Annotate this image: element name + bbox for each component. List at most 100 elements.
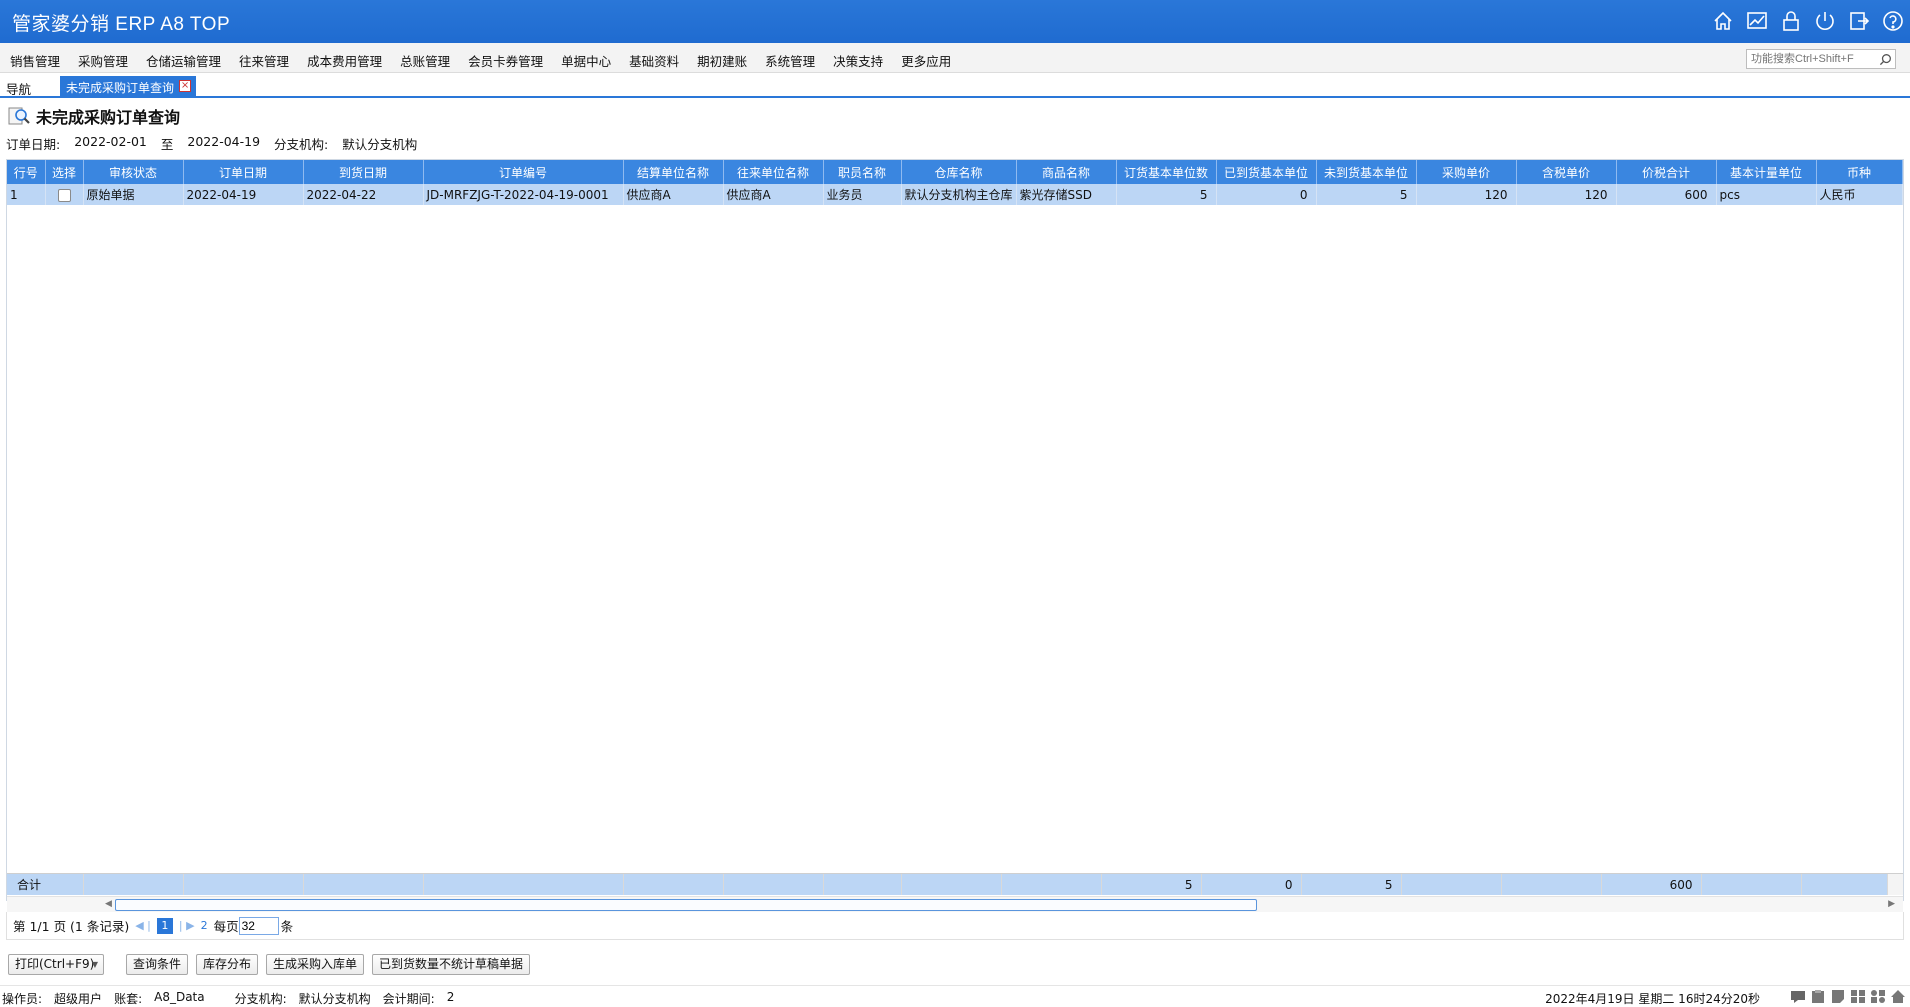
function-search: [1746, 49, 1896, 69]
table-row[interactable]: 1 原始单据 2022-04-19 2022-04-22 JD-MRFZJG-T…: [7, 184, 1903, 205]
col-header[interactable]: 价税合计: [1616, 160, 1717, 184]
col-header[interactable]: 职员名称: [823, 160, 902, 184]
menu-item-purchase[interactable]: 采购管理: [78, 51, 128, 70]
col-header[interactable]: 未到货基本单位: [1316, 160, 1417, 184]
arrived-qty-cell: 0: [1216, 184, 1317, 205]
next-page-icon[interactable]: | ▶: [179, 919, 195, 932]
chart-icon[interactable]: [1746, 10, 1768, 32]
note-icon[interactable]: [1830, 989, 1846, 1004]
col-header[interactable]: 订单日期: [183, 160, 304, 184]
app-title: 管家婆分销 ERP A8 TOP: [12, 14, 231, 35]
status-left: 操作员: 超级用户 账套: A8_Data 分支机构: 默认分支机构 会计期间:…: [2, 990, 466, 1007]
summary-total: 600: [1601, 874, 1702, 895]
col-header[interactable]: 含税单价: [1516, 160, 1617, 184]
prev-page-icon[interactable]: ◀ |: [135, 919, 151, 932]
menu-item-ledger[interactable]: 总账管理: [400, 51, 450, 70]
print-button[interactable]: 打印(Ctrl+F9) ▼: [8, 954, 104, 975]
tab-navigation[interactable]: 导航: [6, 79, 31, 98]
apps-icon[interactable]: [1870, 989, 1886, 1004]
select-cell: [45, 184, 84, 205]
tab-unfinished-po-query[interactable]: 未完成采购订单查询 ×: [60, 76, 197, 98]
title-icons: [1712, 10, 1904, 32]
summary-label: 合计: [7, 874, 84, 895]
operator-label: 操作员:: [2, 992, 43, 1006]
generate-receipt-button[interactable]: 生成采购入库单: [266, 954, 365, 975]
print-label: 打印(Ctrl+F9): [15, 957, 95, 971]
menu-item-warehouse[interactable]: 仓储运输管理: [146, 51, 221, 70]
help-icon[interactable]: [1882, 10, 1904, 32]
function-search-input[interactable]: [1747, 50, 1872, 68]
col-header[interactable]: 采购单价: [1416, 160, 1517, 184]
title-bar: 管家婆分销 ERP A8 TOP: [0, 0, 1910, 43]
menu-item-accounts[interactable]: 往来管理: [239, 51, 289, 70]
col-header[interactable]: 基本计量单位: [1716, 160, 1817, 184]
col-header[interactable]: 商品名称: [1016, 160, 1117, 184]
menu-bar: 销售管理 采购管理 仓储运输管理 往来管理 成本费用管理 总账管理 会员卡券管理…: [0, 43, 1910, 73]
col-header[interactable]: 结算单位名称: [623, 160, 724, 184]
exit-icon[interactable]: [1848, 10, 1870, 32]
close-icon[interactable]: ×: [179, 80, 192, 92]
order-date-cell: 2022-04-19: [183, 184, 304, 205]
query-criteria: 订单日期: 2022-02-01 至 2022-04-19 分支机构: 默认分支…: [6, 134, 431, 153]
tab-label: 未完成采购订单查询: [66, 81, 175, 95]
unit-cell: pcs: [1716, 184, 1817, 205]
lock-icon[interactable]: [1780, 10, 1802, 32]
exclude-draft-button[interactable]: 已到货数量不统计草稿单据: [372, 954, 531, 975]
col-header[interactable]: 行号: [7, 160, 46, 184]
date-label: 订单日期:: [6, 137, 61, 152]
col-header[interactable]: 选择: [45, 160, 84, 184]
product-cell: 紫光存储SSD: [1016, 184, 1117, 205]
stock-distribution-button[interactable]: 库存分布: [196, 954, 259, 975]
col-header[interactable]: 仓库名称: [901, 160, 1017, 184]
col-header[interactable]: 审核状态: [83, 160, 184, 184]
date-to: 2022-04-19: [187, 134, 261, 149]
clipboard-icon[interactable]: [1810, 989, 1826, 1004]
message-icon[interactable]: [1790, 989, 1806, 1004]
action-bar: 打印(Ctrl+F9) ▼ 查询条件 库存分布 生成采购入库单 已到货数量不统计…: [8, 954, 531, 975]
col-header[interactable]: 到货日期: [303, 160, 424, 184]
account-value: A8_Data: [154, 990, 205, 1004]
col-header[interactable]: 订货基本单位数: [1116, 160, 1217, 184]
currency-cell: 人民币: [1816, 184, 1903, 205]
grid-icon[interactable]: [1850, 989, 1866, 1004]
dropdown-arrow-icon[interactable]: ▼: [92, 955, 98, 974]
col-header[interactable]: 往来单位名称: [723, 160, 824, 184]
scrollbar-thumb[interactable]: [115, 899, 1257, 911]
pager: 第 1/1 页 (1 条记录) ◀ | 1 | ▶ 2 每页 条: [6, 912, 1904, 940]
page-title: 未完成采购订单查询: [8, 105, 180, 127]
menu-item-system[interactable]: 系统管理: [765, 51, 815, 70]
menu-item-member[interactable]: 会员卡券管理: [468, 51, 543, 70]
status-bar: 操作员: 超级用户 账套: A8_Data 分支机构: 默认分支机构 会计期间:…: [0, 985, 1910, 1007]
menu-item-basic-data[interactable]: 基础资料: [629, 51, 679, 70]
summary-row: 合计 5 0 5 600: [7, 873, 1903, 895]
menu-item-initial[interactable]: 期初建账: [697, 51, 747, 70]
search-icon[interactable]: [1879, 53, 1892, 66]
menu-item-documents[interactable]: 单据中心: [561, 51, 611, 70]
date-from: 2022-02-01: [74, 134, 147, 149]
scroll-right-icon[interactable]: ▶: [1888, 899, 1895, 909]
current-page[interactable]: 1: [156, 917, 173, 934]
row-checkbox[interactable]: [57, 188, 71, 202]
status-icons: [1790, 989, 1906, 1004]
period-value: 2: [446, 990, 455, 1004]
col-header[interactable]: 已到货基本单位: [1216, 160, 1317, 184]
per-page-input[interactable]: [238, 916, 279, 935]
col-header[interactable]: 订单编号: [423, 160, 624, 184]
per-page-unit: 条: [280, 919, 294, 934]
header-row: 行号 选择 审核状态 订单日期 到货日期 订单编号 结算单位名称 往来单位名称 …: [7, 160, 1903, 184]
menu-item-decision[interactable]: 决策支持: [833, 51, 883, 70]
query-conditions-button[interactable]: 查询条件: [126, 954, 189, 975]
col-header[interactable]: 币种: [1816, 160, 1903, 184]
page-link[interactable]: 2: [201, 919, 208, 932]
per-page-label: 每页: [213, 919, 239, 934]
home-status-icon[interactable]: [1890, 989, 1906, 1004]
menu-item-sales[interactable]: 销售管理: [10, 51, 60, 70]
horizontal-scrollbar[interactable]: ◀ ▶: [7, 896, 1903, 912]
scroll-left-icon[interactable]: ◀: [105, 899, 112, 909]
summary-arrived-qty: 0: [1201, 874, 1302, 895]
menu-item-cost[interactable]: 成本费用管理: [307, 51, 382, 70]
power-icon[interactable]: [1814, 10, 1836, 32]
home-icon[interactable]: [1712, 10, 1734, 32]
status-datetime: 2022年4月19日 星期二 16时24分20秒: [1545, 992, 1760, 1006]
menu-item-more[interactable]: 更多应用: [901, 51, 951, 70]
